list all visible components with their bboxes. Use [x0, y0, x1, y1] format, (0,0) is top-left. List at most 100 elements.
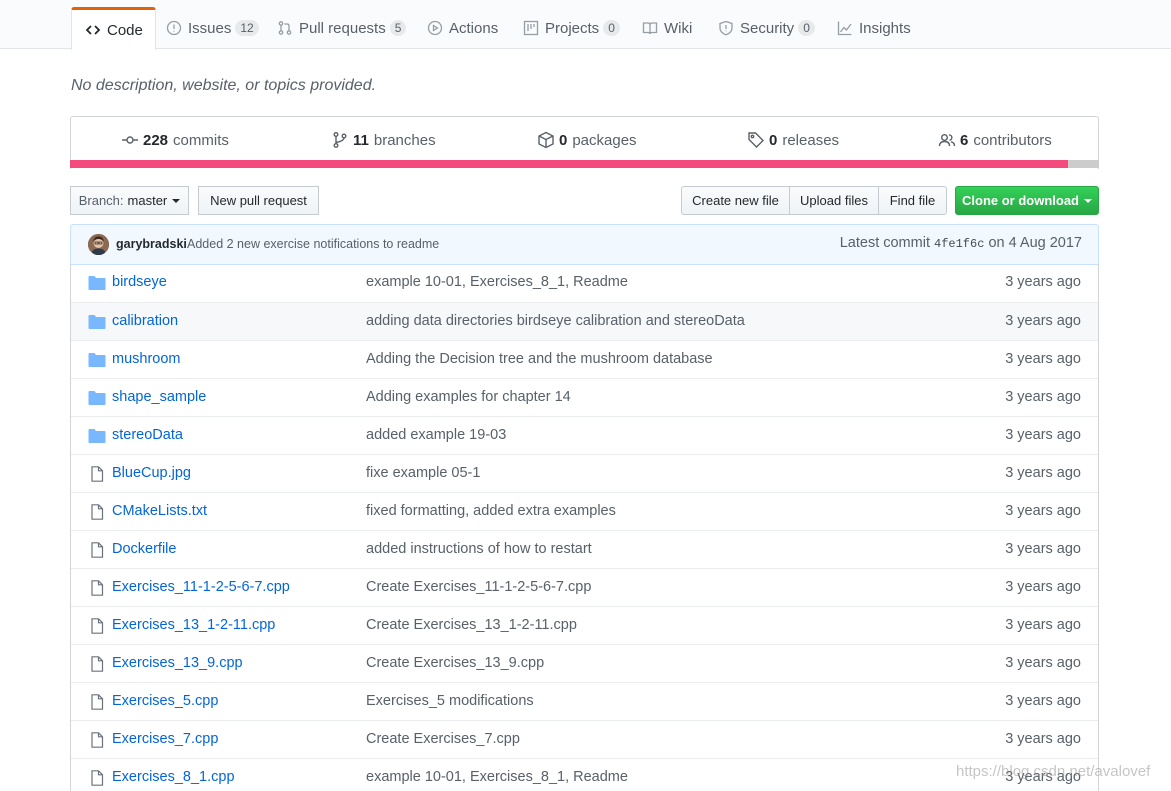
file-commit-message[interactable]: fixed formatting, added extra examples: [366, 503, 616, 519]
file-name[interactable]: CMakeLists.txt: [112, 503, 207, 519]
file-row[interactable]: Exercises_8_1.cpp example 10-01, Exercis…: [71, 758, 1098, 791]
tab-wiki[interactable]: Wiki: [641, 7, 692, 49]
file-row[interactable]: mushroom Adding the Decision tree and th…: [71, 340, 1098, 378]
file-name[interactable]: stereoData: [112, 427, 183, 443]
caret-down-icon: [1084, 198, 1092, 203]
branches-link[interactable]: 11 branches: [331, 131, 436, 149]
contributors-link[interactable]: 6 contributors: [938, 131, 1052, 149]
file-name[interactable]: Exercises_8_1.cpp: [112, 769, 235, 785]
tab-label: Actions: [449, 19, 499, 37]
file-name[interactable]: BlueCup.jpg: [112, 465, 191, 481]
file-name[interactable]: Exercises_5.cpp: [112, 693, 218, 709]
file-name[interactable]: Exercises_11-1-2-5-6-7.cpp: [112, 579, 290, 595]
folder-icon: [88, 429, 106, 443]
create-new-file-button[interactable]: Create new file: [681, 186, 790, 215]
file-commit-message[interactable]: Adding the Decision tree and the mushroo…: [366, 351, 713, 367]
tab-security[interactable]: Security 0: [717, 7, 815, 49]
file-age: 3 years ago: [1005, 617, 1081, 633]
language-bar[interactable]: [70, 160, 1099, 168]
file-commit-message[interactable]: added instructions of how to restart: [366, 541, 592, 557]
tab-actions[interactable]: Actions: [426, 7, 498, 49]
tag-icon: [748, 132, 764, 148]
file-commit-message[interactable]: Create Exercises_7.cpp: [366, 731, 520, 747]
tab-insights[interactable]: Insights: [836, 7, 911, 49]
branch-prefix: Branch:: [78, 193, 124, 208]
file-name[interactable]: birdseye: [112, 274, 167, 290]
file-row[interactable]: CMakeLists.txt fixed formatting, added e…: [71, 492, 1098, 530]
file-age: 3 years ago: [1005, 465, 1081, 481]
pull-requests-counter: 5: [389, 20, 407, 36]
file-name[interactable]: Exercises_7.cpp: [112, 731, 218, 747]
tab-pull-requests[interactable]: Pull requests 5: [276, 7, 407, 49]
file-commit-message[interactable]: Exercises_5 modifications: [366, 693, 534, 709]
tab-label: Wiki: [664, 19, 693, 37]
packages-count: 0: [559, 131, 568, 149]
file-icon: [91, 466, 104, 482]
file-commit-message[interactable]: Adding examples for chapter 14: [366, 389, 571, 405]
branches-count: 11: [353, 131, 369, 149]
pull-request-icon: [276, 19, 294, 37]
clone-or-download-button[interactable]: Clone or download: [955, 186, 1099, 215]
tab-label: Insights: [859, 19, 911, 37]
releases-label: releases: [782, 131, 840, 149]
file-row[interactable]: calibration adding data directories bird…: [71, 302, 1098, 340]
file-row[interactable]: Dockerfile added instructions of how to …: [71, 530, 1098, 568]
tab-label: Issues: [188, 19, 232, 37]
file-row[interactable]: Exercises_13_1-2-11.cpp Create Exercises…: [71, 606, 1098, 644]
file-row[interactable]: stereoData added example 19-03 3 years a…: [71, 416, 1098, 454]
file-name[interactable]: Exercises_13_9.cpp: [112, 655, 243, 671]
releases-link[interactable]: 0 releases: [747, 131, 839, 149]
avatar[interactable]: [88, 234, 109, 255]
file-icon: [91, 504, 104, 520]
language-segment-other: [1068, 160, 1099, 168]
commits-label: commits: [173, 131, 229, 149]
tab-issues[interactable]: Issues 12: [165, 7, 259, 49]
file-row[interactable]: Exercises_11-1-2-5-6-7.cpp Create Exerci…: [71, 568, 1098, 606]
file-age: 3 years ago: [1005, 655, 1081, 671]
file-row[interactable]: Exercises_5.cpp Exercises_5 modification…: [71, 682, 1098, 720]
file-row[interactable]: birdseye example 10-01, Exercises_8_1, R…: [71, 264, 1098, 302]
file-row[interactable]: Exercises_7.cpp Create Exercises_7.cpp 3…: [71, 720, 1098, 758]
commit-icon: [122, 136, 138, 144]
tab-projects[interactable]: Projects 0: [522, 7, 620, 49]
issue-icon: [165, 19, 183, 37]
file-icon: [91, 580, 104, 596]
file-name[interactable]: mushroom: [112, 351, 181, 367]
new-pull-request-button[interactable]: New pull request: [198, 186, 319, 215]
file-commit-message[interactable]: example 10-01, Exercises_8_1, Readme: [366, 769, 628, 785]
latest-commit-prefix: Latest commit: [839, 235, 930, 251]
file-age: 3 years ago: [1005, 313, 1081, 329]
tab-code[interactable]: Code: [71, 7, 156, 50]
file-commit-message[interactable]: Create Exercises_13_1-2-11.cpp: [366, 617, 577, 633]
file-commit-message[interactable]: example 10-01, Exercises_8_1, Readme: [366, 274, 628, 290]
file-icon: [91, 656, 104, 672]
find-file-button[interactable]: Find file: [878, 186, 947, 215]
file-row[interactable]: BlueCup.jpg fixe example 05-1 3 years ag…: [71, 454, 1098, 492]
packages-link[interactable]: 0 packages: [537, 131, 637, 149]
commit-author[interactable]: garybradski: [116, 237, 187, 251]
file-commit-message[interactable]: Create Exercises_11-1-2-5-6-7.cpp: [366, 579, 591, 595]
file-name[interactable]: Exercises_13_1-2-11.cpp: [112, 617, 275, 633]
file-commit-message[interactable]: Create Exercises_13_9.cpp: [366, 655, 544, 671]
code-icon: [84, 21, 102, 39]
commit-sha[interactable]: 4fe1f6c: [934, 237, 984, 251]
branch-select-button[interactable]: Branch: master: [70, 186, 189, 215]
latest-commit-info: Latest commit 4fe1f6c on 4 Aug 2017: [840, 235, 1082, 251]
contributors-label: contributors: [973, 131, 1052, 149]
file-name[interactable]: calibration: [112, 313, 178, 329]
file-name[interactable]: Dockerfile: [112, 541, 176, 557]
commits-link[interactable]: 228 commits: [121, 131, 229, 149]
file-row[interactable]: Exercises_13_9.cpp Create Exercises_13_9…: [71, 644, 1098, 682]
file-name[interactable]: shape_sample: [112, 389, 206, 405]
commit-message[interactable]: Added 2 new exercise notifications to re…: [187, 237, 439, 251]
repo-tab-bar: Code Issues 12 Pull requests 5 Actions P…: [0, 0, 1171, 50]
folder-icon: [88, 353, 106, 367]
file-row[interactable]: shape_sample Adding examples for chapter…: [71, 378, 1098, 416]
file-list: birdseye example 10-01, Exercises_8_1, R…: [70, 264, 1099, 791]
play-icon: [426, 19, 444, 37]
file-commit-message[interactable]: adding data directories birdseye calibra…: [366, 313, 745, 329]
file-commit-message[interactable]: added example 19-03: [366, 427, 506, 443]
file-commit-message[interactable]: fixe example 05-1: [366, 465, 480, 481]
tab-label: Pull requests: [299, 19, 386, 37]
upload-files-button[interactable]: Upload files: [789, 186, 879, 215]
